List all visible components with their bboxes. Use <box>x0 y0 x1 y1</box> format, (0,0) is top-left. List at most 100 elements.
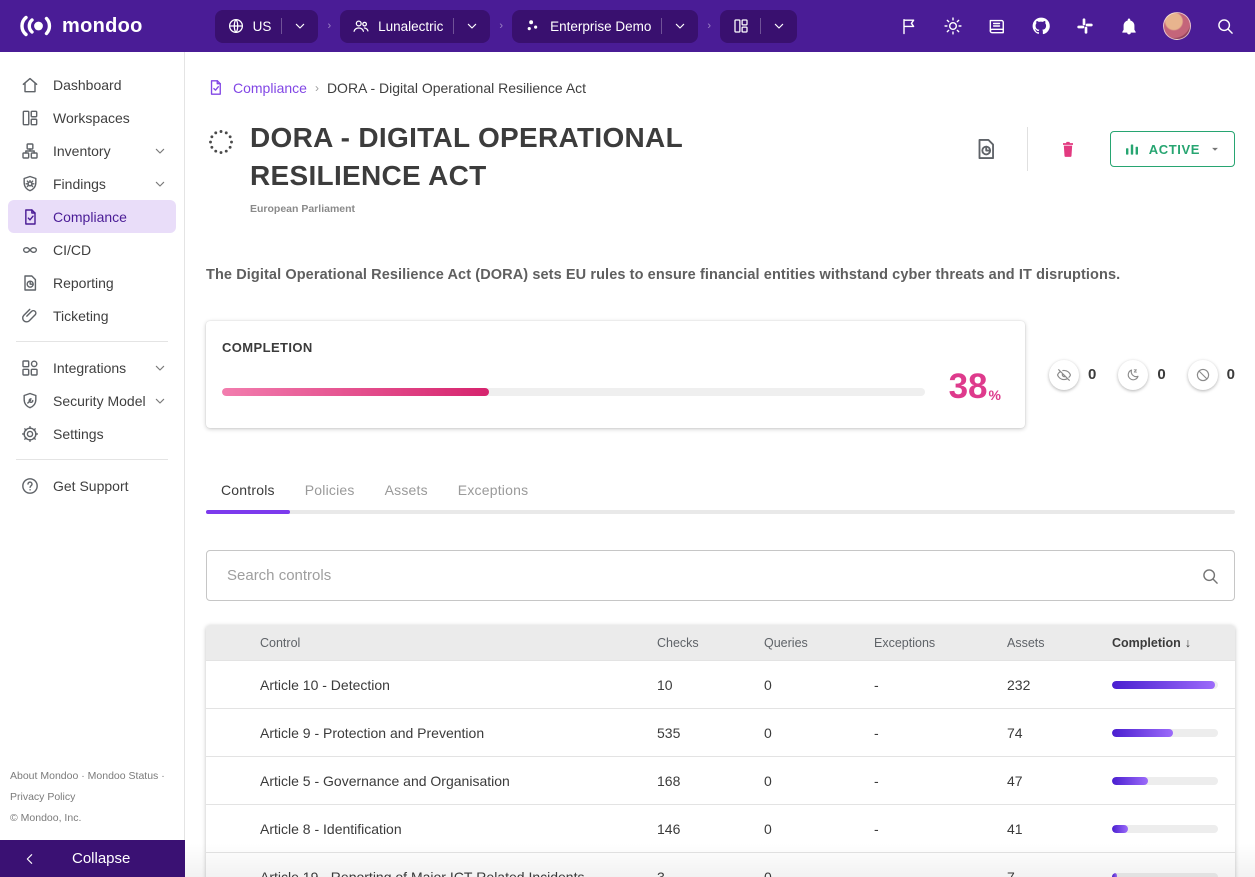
sidebar-item-inventory[interactable]: Inventory <box>8 134 176 167</box>
delete-trash-icon[interactable] <box>1058 139 1078 159</box>
tab-assets[interactable]: Assets <box>370 470 443 510</box>
sidebar-item-ci-cd[interactable]: CI/CD <box>8 233 176 266</box>
sidebar-item-get-support[interactable]: Get Support <box>8 469 176 502</box>
docs-book-icon[interactable] <box>987 16 1007 36</box>
ticketing-icon <box>20 306 40 326</box>
completion-progress-track <box>222 388 925 396</box>
tab-exceptions[interactable]: Exceptions <box>443 470 543 510</box>
cell-completion <box>1112 776 1235 785</box>
sidebar-item-workspaces[interactable]: Workspaces <box>8 101 176 134</box>
framework-author: European Parliament <box>250 203 356 215</box>
column-header-assets[interactable]: Assets <box>1007 636 1112 650</box>
cell-exceptions: - <box>874 868 879 877</box>
sidebar-item-settings[interactable]: Settings <box>8 417 176 450</box>
region-selector[interactable]: US <box>214 9 319 43</box>
sidebar-footer: About Mondoo · Mondoo Status · Privacy P… <box>10 766 184 829</box>
cell-exceptions: - <box>874 820 879 837</box>
report-icon[interactable] <box>973 136 999 162</box>
findings-icon <box>20 174 40 194</box>
chevron-down-icon[interactable] <box>292 18 308 34</box>
cell-completion <box>1112 680 1235 689</box>
counter-badge[interactable] <box>1048 359 1079 390</box>
table-row[interactable]: Article 5 - Governance and Organisation 1… <box>206 756 1235 804</box>
stats-row: COMPLETION 38 % 0 0 0 <box>206 321 1235 428</box>
tab-policies[interactable]: Policies <box>290 470 370 510</box>
mondoo-logo[interactable]: mondoo <box>20 13 143 39</box>
table-row[interactable]: Article 10 - Detection 10 0 - 232 <box>206 660 1235 708</box>
cell-queries: 0 <box>764 820 772 837</box>
footer-link[interactable]: Privacy Policy <box>10 791 75 803</box>
table-row[interactable]: Article 9 - Protection and Prevention 535… <box>206 708 1235 756</box>
counter-eye-off: 0 <box>1048 359 1096 390</box>
column-header-queries[interactable]: Queries <box>764 636 874 650</box>
page-header: DORA - Digital Operational Resilience Ac… <box>206 119 1235 215</box>
header-actions: ACTIVE <box>973 127 1235 171</box>
counter-badge[interactable] <box>1187 359 1218 390</box>
counter-value: 0 <box>1226 366 1235 383</box>
notifications-bell-icon[interactable] <box>1119 16 1139 36</box>
home-icon <box>20 75 40 95</box>
breadcrumb-current: DORA - Digital Operational Resilience Ac… <box>326 79 587 96</box>
chevron-down-icon[interactable] <box>672 18 688 34</box>
cell-completion <box>1112 728 1235 737</box>
theme-sun-icon[interactable] <box>943 16 963 36</box>
help-icon <box>20 476 40 496</box>
status-active-button[interactable]: ACTIVE <box>1109 131 1235 167</box>
compliance-icon <box>20 207 40 227</box>
cicd-icon <box>20 240 40 260</box>
sidebar-item-integrations[interactable]: Integrations <box>8 351 176 384</box>
column-header-exceptions[interactable]: Exceptions <box>874 636 1007 650</box>
sidebar-divider <box>16 459 168 460</box>
chevron-down-icon[interactable] <box>152 143 168 159</box>
sidebar-item-label: Dashboard <box>53 76 122 93</box>
column-header-control[interactable]: Control <box>206 636 657 650</box>
breadcrumb-parent-link[interactable]: Compliance <box>233 80 307 96</box>
search-icon[interactable] <box>1215 16 1235 36</box>
search-controls-input[interactable] <box>227 567 1200 584</box>
table-row[interactable]: Article 19 - Reporting of Major ICT-Rela… <box>206 852 1235 877</box>
sidebar-item-dashboard[interactable]: Dashboard <box>8 68 176 101</box>
sidebar-item-reporting[interactable]: Reporting <box>8 266 176 299</box>
sidebar-divider <box>16 341 168 342</box>
counter-badge[interactable] <box>1118 359 1149 390</box>
chevron-down-icon[interactable] <box>152 393 168 409</box>
column-header-completion[interactable]: Completion ↓ <box>1112 636 1235 650</box>
scope-selectors: US › Lunalectric › Enterprise Demo › <box>214 9 798 43</box>
chevron-down-icon[interactable] <box>152 176 168 192</box>
sidebar-item-compliance[interactable]: Compliance <box>8 200 176 233</box>
column-header-checks[interactable]: Checks <box>657 636 764 650</box>
search-icon[interactable] <box>1200 566 1220 586</box>
completion-bar <box>1112 680 1218 689</box>
collapse-button[interactable]: Collapse <box>0 840 185 877</box>
chevron-down-icon[interactable] <box>464 18 480 34</box>
chevron-down-icon[interactable] <box>152 360 168 376</box>
completion-percentage: 38 % <box>948 367 1001 406</box>
table-row[interactable]: Article 8 - Identification 146 0 - 41 <box>206 804 1235 852</box>
footer-link[interactable]: Mondoo Status <box>88 770 159 782</box>
footer-link[interactable]: About Mondoo <box>10 770 78 782</box>
tab-controls[interactable]: Controls <box>206 470 290 510</box>
sidebar-item-label: Security Model <box>53 392 146 409</box>
cell-assets: 232 <box>1007 676 1031 693</box>
exception-counters: 0 0 0 <box>1048 359 1235 390</box>
sidebar-item-security-model[interactable]: Security Model <box>8 384 176 417</box>
sidebar-item-label: Ticketing <box>53 307 109 324</box>
chevron-down-icon[interactable] <box>771 18 787 34</box>
github-icon[interactable] <box>1031 16 1051 36</box>
sidebar-item-ticketing[interactable]: Ticketing <box>8 299 176 332</box>
sort-desc-icon: ↓ <box>1184 635 1191 650</box>
chevron-left-icon <box>22 851 38 867</box>
space-selector[interactable]: Enterprise Demo <box>512 9 699 43</box>
organization-selector[interactable]: Lunalectric <box>340 9 491 43</box>
slack-icon[interactable] <box>1075 16 1095 36</box>
completion-bar <box>1112 728 1218 737</box>
search-controls <box>206 550 1235 601</box>
completion-label: COMPLETION <box>222 340 313 355</box>
sidebar-nav: Dashboard Workspaces Inventory Findings Comp… <box>0 52 184 502</box>
mondoo-logo-icon <box>20 13 54 39</box>
cell-exceptions: - <box>874 676 879 693</box>
user-avatar[interactable] <box>1163 12 1191 40</box>
sidebar-item-findings[interactable]: Findings <box>8 167 176 200</box>
workspace-selector[interactable] <box>720 9 798 43</box>
flag-icon[interactable] <box>899 16 919 36</box>
